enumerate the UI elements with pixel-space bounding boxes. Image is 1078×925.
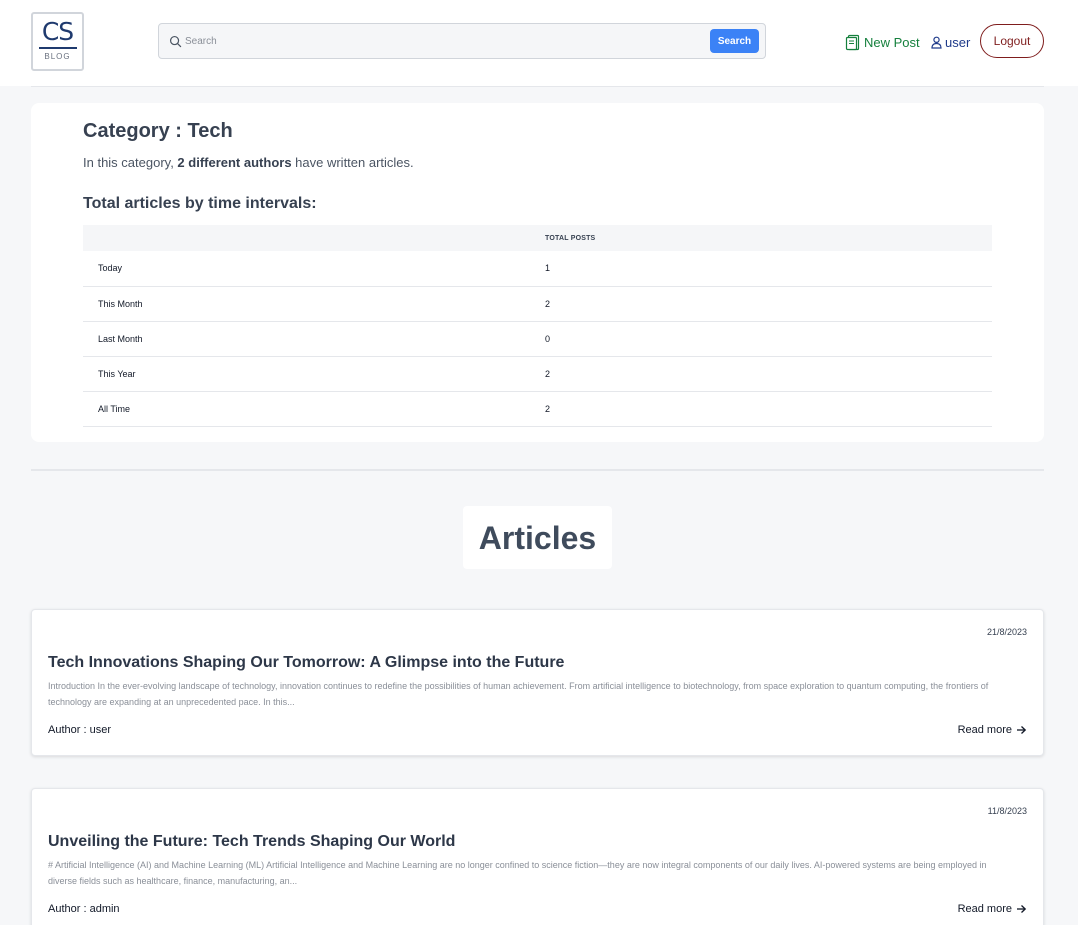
arrow-right-icon (1017, 726, 1027, 734)
site-logo[interactable]: CS BLOG (31, 12, 84, 71)
logo-underline (38, 47, 77, 49)
article-title[interactable]: Unveiling the Future: Tech Trends Shapin… (48, 833, 455, 851)
article-date: 21/8/2023 (986, 627, 1027, 637)
category-description: In this category, 2 different authors ha… (83, 155, 414, 170)
category-author-count: 2 different authors (177, 155, 292, 170)
article-author: Author : user (48, 724, 111, 736)
articles-heading: Articles (463, 506, 612, 569)
header-divider (31, 86, 1044, 87)
stats-table: TOTAL POSTS Today 1 This Month 2 Last Mo… (83, 225, 992, 427)
logout-button[interactable]: Logout (980, 24, 1044, 58)
read-more-link[interactable]: Read more (958, 724, 1027, 736)
search-button[interactable]: Search (710, 29, 759, 53)
read-more-link[interactable]: Read more (958, 903, 1027, 915)
search-input[interactable] (185, 31, 705, 51)
intervals-heading: Total articles by time intervals: (83, 195, 317, 212)
table-row: This Year 2 (83, 356, 992, 392)
document-icon (845, 34, 860, 50)
row-label: Today (83, 251, 545, 287)
arrow-right-icon (1017, 905, 1027, 913)
new-post-label: New Post (864, 34, 920, 50)
read-more-label: Read more (957, 724, 1012, 736)
new-post-link[interactable]: New Post (845, 32, 920, 52)
article-date: 11/8/2023 (987, 806, 1027, 816)
article-excerpt: # Artificial Intelligence (AI) and Machi… (48, 860, 987, 886)
category-title: Category : Tech (83, 120, 233, 142)
article-excerpt: Introduction In the ever-evolving landsc… (48, 681, 989, 707)
table-row: Today 1 (83, 251, 992, 287)
row-value: 0 (545, 321, 992, 357)
category-desc-suffix: have written articles. (291, 155, 414, 170)
category-card: Category : Tech In this category, 2 diff… (31, 103, 1044, 442)
user-label: user (945, 34, 971, 50)
search-icon (169, 35, 182, 48)
logo-text: CS (41, 17, 74, 46)
row-label: Last Month (83, 321, 545, 357)
row-value: 2 (545, 286, 992, 322)
article-card[interactable]: 21/8/2023 Tech Innovations Shaping Our T… (31, 609, 1044, 756)
table-row: This Month 2 (83, 286, 992, 322)
row-value: 1 (545, 251, 992, 287)
row-value: 2 (545, 356, 992, 392)
top-navbar: CS BLOG Search New Post user Logout (0, 0, 1078, 86)
row-label: All Time (83, 391, 545, 427)
table-row: All Time 2 (83, 391, 992, 427)
read-more-label: Read more (957, 903, 1012, 915)
section-divider (31, 469, 1044, 471)
logo-subtext: BLOG (44, 52, 71, 61)
user-icon (931, 36, 942, 49)
table-header-total: TOTAL POSTS (545, 225, 992, 251)
table-row: Last Month 0 (83, 321, 992, 357)
article-author: Author : admin (48, 903, 120, 915)
category-desc-prefix: In this category, (83, 155, 178, 170)
table-header-row: TOTAL POSTS (83, 225, 992, 251)
article-card[interactable]: 11/8/2023 Unveiling the Future: Tech Tre… (31, 788, 1044, 925)
row-label: This Month (83, 286, 545, 322)
user-profile-link[interactable]: user (931, 32, 970, 52)
search-bar: Search (158, 23, 766, 59)
table-header-period (83, 225, 545, 251)
row-value: 2 (545, 391, 992, 427)
row-label: This Year (83, 356, 545, 392)
article-title[interactable]: Tech Innovations Shaping Our Tomorrow: A… (48, 654, 564, 672)
